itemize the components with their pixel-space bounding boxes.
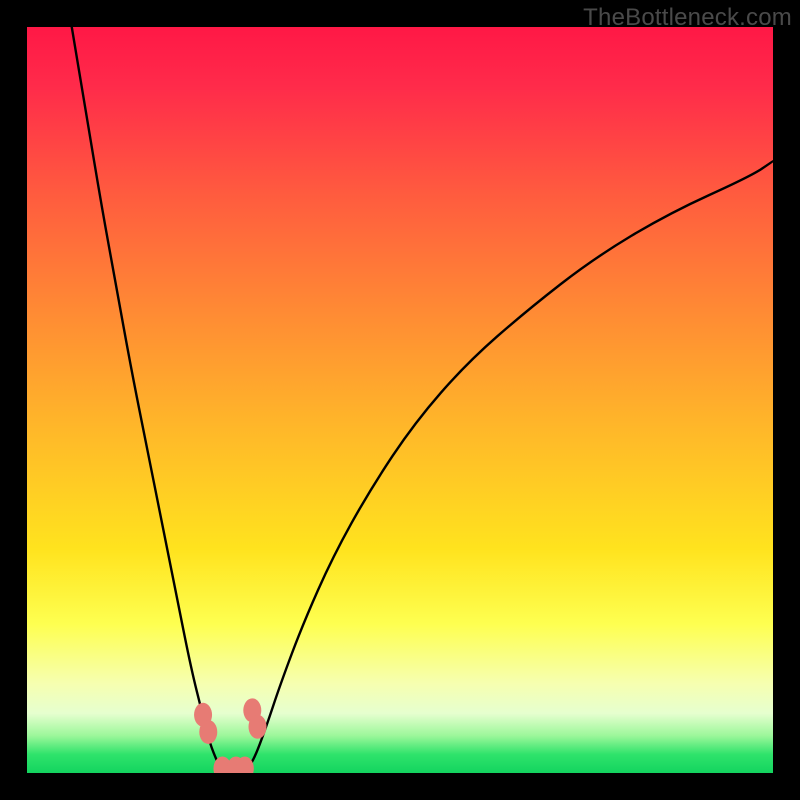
curve-group bbox=[72, 27, 773, 769]
chart-plot-area bbox=[27, 27, 773, 773]
pink-dot-3 bbox=[249, 715, 267, 739]
curve-right-curve bbox=[247, 161, 773, 769]
curve-svg bbox=[27, 27, 773, 773]
markers-group bbox=[194, 698, 266, 773]
pink-dot-1 bbox=[199, 720, 217, 744]
chart-frame: TheBottleneck.com bbox=[0, 0, 800, 800]
curve-left-curve bbox=[72, 27, 221, 769]
